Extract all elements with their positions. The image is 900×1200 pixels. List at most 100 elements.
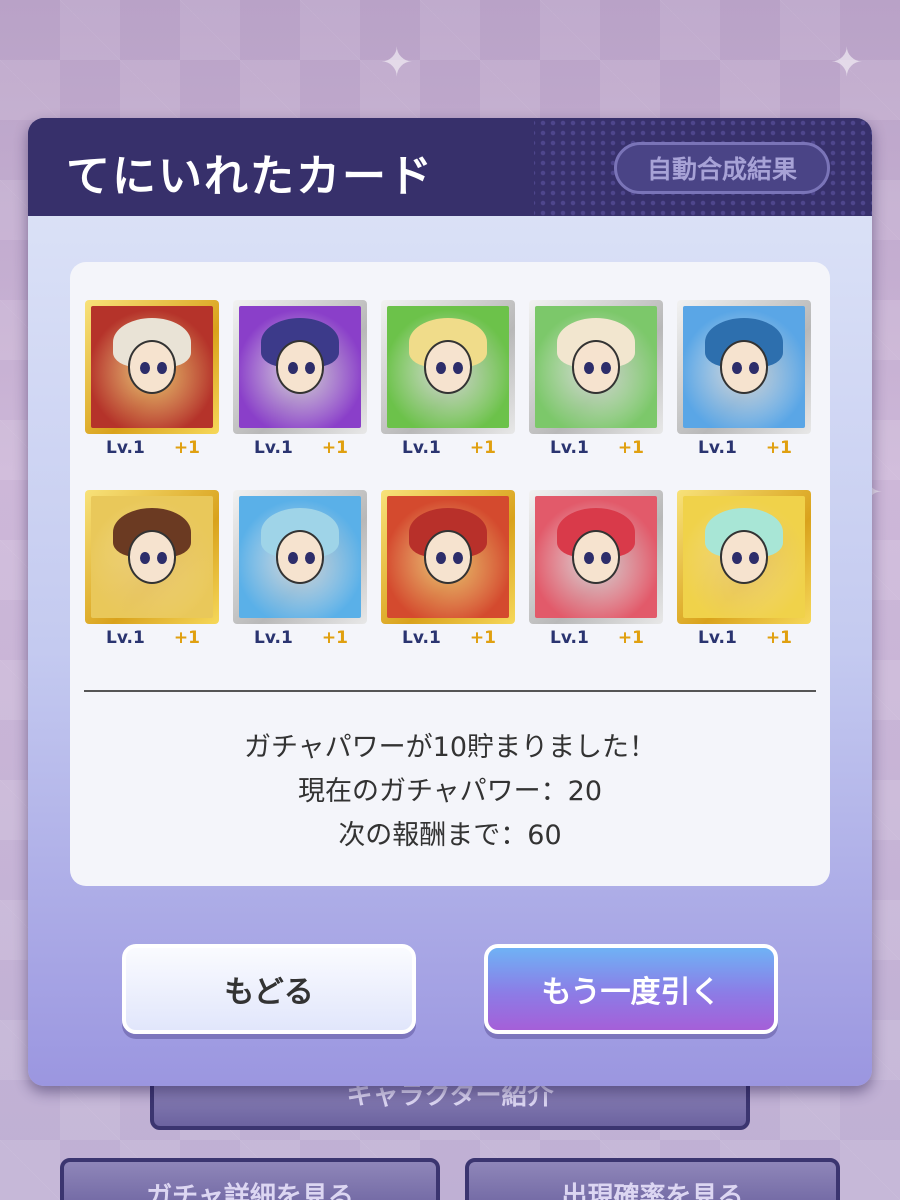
card-bonus: +1: [469, 628, 496, 648]
character-eye: [583, 362, 594, 375]
auto-merge-result-button[interactable]: 自動合成結果: [614, 142, 830, 194]
card-item[interactable]: Lv.1 +1: [230, 300, 370, 460]
character-eye: [139, 552, 150, 565]
card-bonus: +1: [617, 628, 644, 648]
card-frame: [529, 490, 663, 624]
card-level: Lv.1: [254, 628, 293, 648]
character-face: [275, 530, 325, 584]
character-portrait: [683, 496, 805, 618]
obtained-cards-dialog: てにいれたカード 自動合成結果 Lv.1 +1 Lv.1 +1 Lv.1 +1 Lv.1 +1…: [28, 118, 872, 1086]
info-line: 次の報酬まで：60: [338, 820, 562, 851]
card-footer: Lv.1 +1: [82, 626, 222, 650]
card-footer: Lv.1 +1: [230, 626, 370, 650]
draw-again-button[interactable]: もう一度引く: [484, 944, 778, 1034]
drop-rate-label: 出現確率を見る: [561, 1182, 744, 1200]
character-eye: [748, 362, 759, 375]
card-item[interactable]: Lv.1 +1: [674, 300, 814, 460]
character-eye: [600, 362, 611, 375]
character-face: [719, 530, 769, 584]
card-footer: Lv.1 +1: [526, 626, 666, 650]
character-portrait: [387, 496, 509, 618]
card-level: Lv.1: [698, 628, 737, 648]
card-footer: Lv.1 +1: [378, 436, 518, 460]
gacha-power-info: ガチャパワーが10貯まりました！ 現在のガチャパワー：20 次の報酬まで：60: [70, 726, 830, 858]
character-eye: [156, 552, 167, 565]
character-face: [571, 530, 621, 584]
card-item[interactable]: Lv.1 +1: [82, 300, 222, 460]
card-bonus: +1: [617, 438, 644, 458]
character-eye: [435, 362, 446, 375]
card-item[interactable]: Lv.1 +1: [526, 300, 666, 460]
character-eye: [435, 552, 446, 565]
card-footer: Lv.1 +1: [674, 436, 814, 460]
divider: [84, 690, 816, 692]
back-button[interactable]: もどる: [122, 944, 416, 1034]
character-eye: [748, 552, 759, 565]
card-level: Lv.1: [402, 438, 441, 458]
info-line: 現在のガチャパワー：20: [297, 776, 603, 807]
character-eye: [583, 552, 594, 565]
card-frame: [381, 490, 515, 624]
card-frame: [233, 300, 367, 434]
character-face: [127, 530, 177, 584]
character-eye: [731, 552, 742, 565]
card-level: Lv.1: [550, 628, 589, 648]
character-eye: [731, 362, 742, 375]
drop-rate-button[interactable]: 出現確率を見る: [465, 1158, 840, 1200]
results-panel: Lv.1 +1 Lv.1 +1 Lv.1 +1 Lv.1 +1 Lv.1 +1 Lv.1 +1 Lv.1…: [70, 262, 830, 886]
card-level: Lv.1: [698, 438, 737, 458]
card-bonus: +1: [173, 438, 200, 458]
character-portrait: [683, 306, 805, 428]
character-portrait: [91, 306, 213, 428]
card-item[interactable]: Lv.1 +1: [674, 490, 814, 650]
card-bonus: +1: [765, 628, 792, 648]
character-face: [275, 340, 325, 394]
sparkle-icon: ✦: [380, 40, 414, 86]
card-level: Lv.1: [402, 628, 441, 648]
card-frame: [85, 300, 219, 434]
card-item[interactable]: Lv.1 +1: [230, 490, 370, 650]
character-eye: [452, 552, 463, 565]
character-eye: [156, 362, 167, 375]
character-face: [571, 340, 621, 394]
card-level: Lv.1: [106, 628, 145, 648]
card-level: Lv.1: [106, 438, 145, 458]
card-item[interactable]: Lv.1 +1: [378, 490, 518, 650]
card-footer: Lv.1 +1: [82, 436, 222, 460]
sparkle-icon: ✦: [830, 40, 864, 86]
character-portrait: [239, 306, 361, 428]
card-bonus: +1: [321, 628, 348, 648]
card-item[interactable]: Lv.1 +1: [526, 490, 666, 650]
card-bonus: +1: [321, 438, 348, 458]
character-eye: [287, 362, 298, 375]
info-line: ガチャパワーが10貯まりました！: [243, 732, 657, 763]
character-eye: [139, 362, 150, 375]
card-frame: [677, 300, 811, 434]
character-face: [127, 340, 177, 394]
character-eye: [304, 362, 315, 375]
card-bonus: +1: [469, 438, 496, 458]
character-eye: [452, 362, 463, 375]
card-bonus: +1: [765, 438, 792, 458]
character-portrait: [387, 306, 509, 428]
character-face: [719, 340, 769, 394]
character-eye: [287, 552, 298, 565]
card-frame: [85, 490, 219, 624]
card-item[interactable]: Lv.1 +1: [82, 490, 222, 650]
dialog-header: てにいれたカード 自動合成結果: [28, 118, 872, 216]
card-item[interactable]: Lv.1 +1: [378, 300, 518, 460]
gacha-detail-label: ガチャ詳細を見る: [146, 1182, 354, 1200]
card-grid: Lv.1 +1 Lv.1 +1 Lv.1 +1 Lv.1 +1 Lv.1 +1 Lv.1 +1 Lv.1…: [82, 300, 822, 650]
character-portrait: [239, 496, 361, 618]
card-footer: Lv.1 +1: [674, 626, 814, 650]
card-footer: Lv.1 +1: [526, 436, 666, 460]
card-frame: [233, 490, 367, 624]
character-face: [423, 530, 473, 584]
card-level: Lv.1: [550, 438, 589, 458]
card-frame: [677, 490, 811, 624]
gacha-detail-button[interactable]: ガチャ詳細を見る: [60, 1158, 440, 1200]
card-frame: [381, 300, 515, 434]
character-portrait: [535, 496, 657, 618]
character-face: [423, 340, 473, 394]
dialog-title: てにいれたカード: [66, 151, 434, 202]
